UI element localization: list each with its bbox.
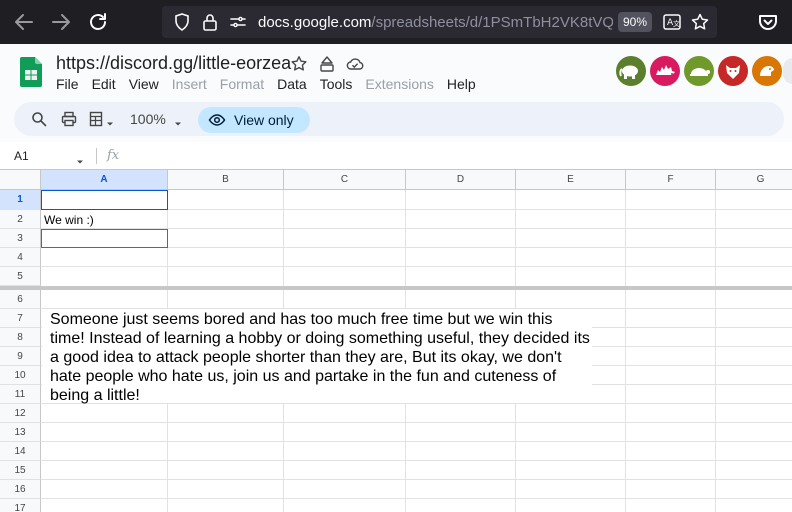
name-box-caret-icon[interactable] xyxy=(76,153,84,164)
reload-button[interactable] xyxy=(86,10,110,34)
row-header-9[interactable]: 9 xyxy=(0,347,41,366)
menu-data[interactable]: Data xyxy=(277,75,320,95)
row-header-1[interactable]: 1 xyxy=(0,190,41,210)
row-header-8[interactable]: 8 xyxy=(0,328,41,347)
bookmark-star-icon[interactable] xyxy=(690,12,710,32)
fx-icon: fx xyxy=(107,148,120,163)
anonymous-turtle-icon[interactable] xyxy=(684,56,714,86)
menu-edit[interactable]: Edit xyxy=(92,75,129,95)
column-header-c[interactable]: C xyxy=(284,170,406,190)
menu-insert[interactable]: Insert xyxy=(172,75,220,95)
anonymous-wolverine-icon[interactable] xyxy=(718,56,748,86)
formula-divider xyxy=(96,148,97,164)
zoom-caret-icon[interactable] xyxy=(174,115,182,126)
back-button[interactable] xyxy=(12,10,36,34)
row-header-4[interactable]: 4 xyxy=(0,248,41,267)
lock-icon[interactable] xyxy=(200,12,220,32)
url-path: /spreadsheets/d/1PSmTbH2VK8tVQwSm xyxy=(371,14,613,31)
column-header-g[interactable]: G xyxy=(716,170,792,190)
row-header-7[interactable]: 7 xyxy=(0,309,41,328)
column-header-d[interactable]: D xyxy=(406,170,516,190)
merged-cell-text: Someone just seems bored and has too muc… xyxy=(50,311,590,404)
row-header-6[interactable]: 6 xyxy=(0,290,41,309)
move-to-folder-icon[interactable] xyxy=(318,55,336,73)
row-header-13[interactable]: 13 xyxy=(0,423,41,442)
svg-text:文: 文 xyxy=(673,19,680,28)
grid-line xyxy=(41,460,792,461)
pocket-icon xyxy=(759,15,777,30)
row-header-12[interactable]: 12 xyxy=(0,404,41,423)
row-header-14[interactable]: 14 xyxy=(0,442,41,461)
column-header-b[interactable]: B xyxy=(168,170,284,190)
menu-view[interactable]: View xyxy=(129,75,172,95)
grid-line xyxy=(41,266,792,267)
zoom-level-badge[interactable]: 90% xyxy=(618,12,652,32)
menu-format[interactable]: Format xyxy=(220,75,277,95)
pocket-button[interactable] xyxy=(756,10,780,34)
cloud-saved-icon[interactable] xyxy=(346,55,364,73)
row-header-17[interactable]: 17 xyxy=(0,499,41,512)
url-domain: docs.google.com xyxy=(258,14,372,31)
row-header-16[interactable]: 16 xyxy=(0,480,41,499)
document-title[interactable]: https://discord.gg/little-eorzea xyxy=(56,53,291,74)
row-header-10[interactable]: 10 xyxy=(0,366,41,385)
column-header-a[interactable]: A xyxy=(41,170,168,190)
menu-file[interactable]: File xyxy=(56,75,92,95)
grid-line xyxy=(41,479,792,480)
row-header-5[interactable]: 5 xyxy=(0,267,41,286)
print-icon[interactable] xyxy=(60,110,78,128)
grid-line xyxy=(41,498,792,499)
address-bar[interactable]: docs.google.com/spreadsheets/d/1PSmTbH2V… xyxy=(162,6,717,38)
site-permissions-icon[interactable] xyxy=(228,12,248,32)
row-header-2[interactable]: 2 xyxy=(0,210,41,229)
grid-line xyxy=(715,190,716,512)
cell-a2[interactable]: We win :) xyxy=(44,213,94,227)
active-cell-outline xyxy=(41,190,168,210)
star-icon[interactable] xyxy=(290,55,308,73)
view-only-label: View only xyxy=(234,112,294,128)
row-header-15[interactable]: 15 xyxy=(0,461,41,480)
collaborator-cursor-outline xyxy=(41,229,168,248)
menu-help[interactable]: Help xyxy=(447,75,489,95)
url-text[interactable]: docs.google.com/spreadsheets/d/1PSmTbH2V… xyxy=(258,14,613,31)
docs-header: https://discord.gg/little-eorzea File Ed… xyxy=(0,44,792,100)
menu-bar: File Edit View Insert Format Data Tools … xyxy=(56,75,489,95)
arrow-left-icon xyxy=(15,14,33,30)
select-all-corner[interactable] xyxy=(0,170,41,190)
translate-icon[interactable]: A文 xyxy=(662,12,682,32)
row-header-11[interactable]: 11 xyxy=(0,385,41,404)
anonymous-capybara-icon[interactable] xyxy=(752,56,782,86)
toolbar: 100% View only xyxy=(14,102,784,136)
menu-extensions[interactable]: Extensions xyxy=(365,75,446,95)
column-header-e[interactable]: E xyxy=(516,170,626,190)
grid-line xyxy=(41,422,792,423)
forward-button[interactable] xyxy=(49,10,73,34)
row-header-3[interactable]: 3 xyxy=(0,229,41,248)
toolbar-area: 100% View only xyxy=(0,100,792,142)
google-sheets-logo-icon[interactable] xyxy=(20,57,42,87)
search-menus-icon[interactable] xyxy=(30,110,48,128)
arrow-right-icon xyxy=(52,14,70,30)
column-header-f[interactable]: F xyxy=(626,170,716,190)
eye-icon xyxy=(208,111,226,129)
shield-icon[interactable] xyxy=(172,12,192,32)
table-dropdown-caret-icon[interactable] xyxy=(106,115,114,126)
format-as-table-icon[interactable] xyxy=(88,110,106,128)
menu-tools[interactable]: Tools xyxy=(320,75,366,95)
reload-icon xyxy=(90,13,106,30)
grid-line xyxy=(41,441,792,442)
view-only-button[interactable]: View only xyxy=(198,107,310,133)
formula-bar: A1 fx xyxy=(0,142,792,170)
grid-line xyxy=(625,190,626,512)
more-viewers-button[interactable] xyxy=(783,58,792,84)
zoom-select[interactable]: 100% xyxy=(130,111,166,127)
spreadsheet-grid[interactable]: A B C D E F G 1 2 3 4 5 6 7 8 9 10 11 12… xyxy=(0,170,792,512)
browser-toolbar: docs.google.com/spreadsheets/d/1PSmTbH2V… xyxy=(0,0,792,44)
frozen-rows-divider[interactable] xyxy=(0,286,792,290)
anonymous-elephant-icon[interactable] xyxy=(616,56,646,86)
name-box[interactable]: A1 xyxy=(14,149,29,163)
anonymous-hedgehog-icon[interactable] xyxy=(650,56,680,86)
